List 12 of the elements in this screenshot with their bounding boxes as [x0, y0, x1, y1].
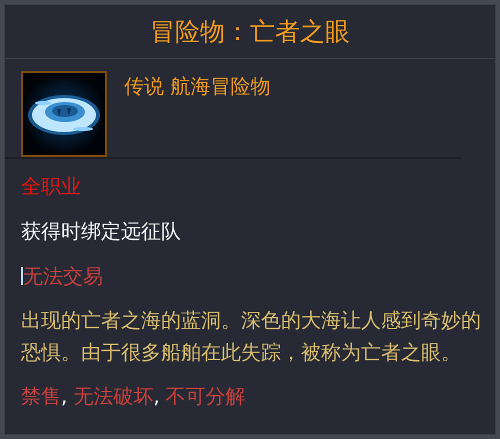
- restriction-label: 不可分解: [166, 383, 246, 409]
- info-line: 无法交易: [23, 263, 103, 289]
- description-text: 出现的亡者之海的蓝洞。深色的大海让人感到奇妙的恐惧。由于很多船舶在此失踪，被称为亡者之眼。: [21, 307, 482, 366]
- separator-comma: ,: [61, 383, 68, 409]
- item-subtitle: 传说 航海冒险物: [124, 73, 270, 100]
- info-line: 全职业: [21, 173, 81, 199]
- info-line: 获得时绑定远征队: [21, 218, 181, 244]
- item-title: 冒险物：亡者之眼: [150, 16, 350, 48]
- text-cursor: [21, 267, 23, 285]
- restriction-label: 无法破坏: [73, 383, 154, 409]
- restriction-label: 禁售: [21, 383, 61, 409]
- separator-comma: ,: [153, 383, 160, 409]
